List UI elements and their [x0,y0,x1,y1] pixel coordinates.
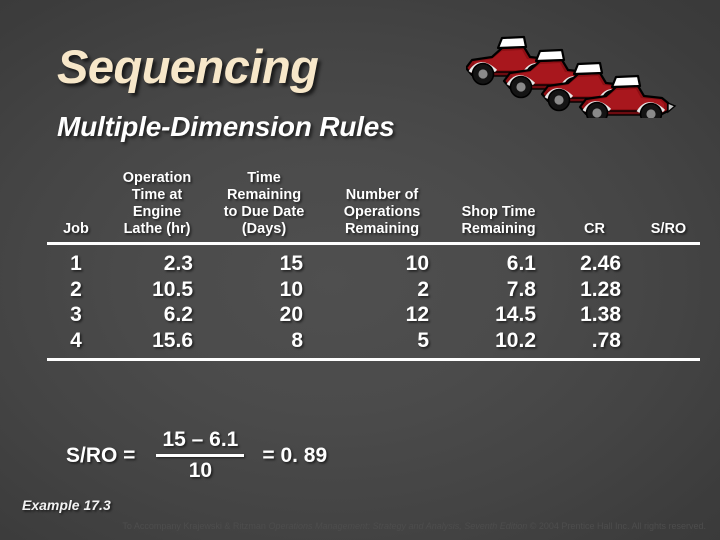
sequencing-table-container: Job Operation Time at Engine Lathe (hr) … [47,170,700,361]
cell-time-remaining: 15 [279,252,303,275]
cell-operations-remaining: 5 [319,327,445,361]
example-label: Example 17.3 [22,497,111,513]
cell-operation-time: 10.5 [152,277,193,301]
cell-job: 1 [70,252,82,275]
table-row: 2 10.5 10 2 7.8 1.28 [47,277,700,303]
cell-operations-remaining: 10 [405,252,429,275]
slide-canvas: Sequencing Multiple-Dimension Rules Job … [0,0,720,540]
cell-sro [637,327,700,361]
cell-cr: 1.38 [580,303,621,326]
column-header-sro: S/RO [637,170,700,245]
cell-shop-time-remaining: 6.1 [506,252,536,275]
copyright-notice: To Accompany Krajewski & Ritzman Operati… [0,521,706,531]
cell-sro [637,302,700,328]
cell-job: 3 [70,303,82,326]
column-header-operations-remaining: Number of Operations Remaining [319,170,445,245]
cell-operation-time: 6.2 [163,303,193,326]
formula-numerator: 15 – 6.1 [162,428,239,451]
cell-time-remaining: 8 [209,327,319,361]
cell-operations-remaining: 2 [417,277,429,301]
formula-fraction: 15 – 6.1 10 [156,428,245,483]
sro-formula: S/RO = 15 – 6.1 10 = 0. 89 [66,428,327,483]
cell-cr: .78 [552,327,637,361]
cell-job: 4 [47,327,105,361]
table-row: 1 2.3 15 10 6.1 2.46 [47,244,700,277]
column-header-operation-time: Operation Time at Engine Lathe (hr) [105,170,209,245]
page-subtitle: Multiple-Dimension Rules [57,111,395,142]
formula-label: S/RO = [66,443,136,467]
cell-shop-time-remaining: 10.2 [445,327,552,361]
red-cars-illustration [464,28,682,127]
copyright-prefix: To Accompany Krajewski & Ritzman [122,521,269,531]
table-header: Job Operation Time at Engine Lathe (hr) … [47,170,700,245]
cell-operation-time: 2.3 [163,252,193,275]
table-body: 1 2.3 15 10 6.1 2.46 2 10.5 10 2 7.8 1.2… [47,244,700,361]
cell-shop-time-remaining: 14.5 [495,303,536,326]
column-header-job: Job [47,170,105,245]
formula-result: = 0. 89 [262,443,328,467]
column-header-cr: CR [552,170,637,245]
cell-cr: 1.28 [580,277,621,301]
sequencing-table: Job Operation Time at Engine Lathe (hr) … [47,170,700,361]
cell-time-remaining: 20 [279,303,303,326]
cell-operation-time: 15.6 [105,327,209,361]
copyright-suffix: © 2004 Prentice Hall Inc. All rights res… [527,521,706,531]
cell-shop-time-remaining: 7.8 [506,277,536,301]
cell-cr: 2.46 [580,252,621,275]
formula-denominator: 10 [188,459,213,482]
cell-operations-remaining: 12 [405,303,429,326]
cell-time-remaining: 10 [279,277,303,301]
page-title: Sequencing [57,40,319,93]
cell-sro [637,244,700,277]
column-header-time-remaining: Time Remaining to Due Date (Days) [209,170,319,245]
table-row: 4 15.6 8 5 10.2 .78 [47,327,700,361]
cell-sro [637,277,700,303]
copyright-book-title: Operations Management: Strategy and Anal… [268,521,528,531]
table-row: 3 6.2 20 12 14.5 1.38 [47,302,700,328]
column-header-shop-time-remaining: Shop Time Remaining [445,170,552,245]
cell-job: 2 [70,277,82,301]
